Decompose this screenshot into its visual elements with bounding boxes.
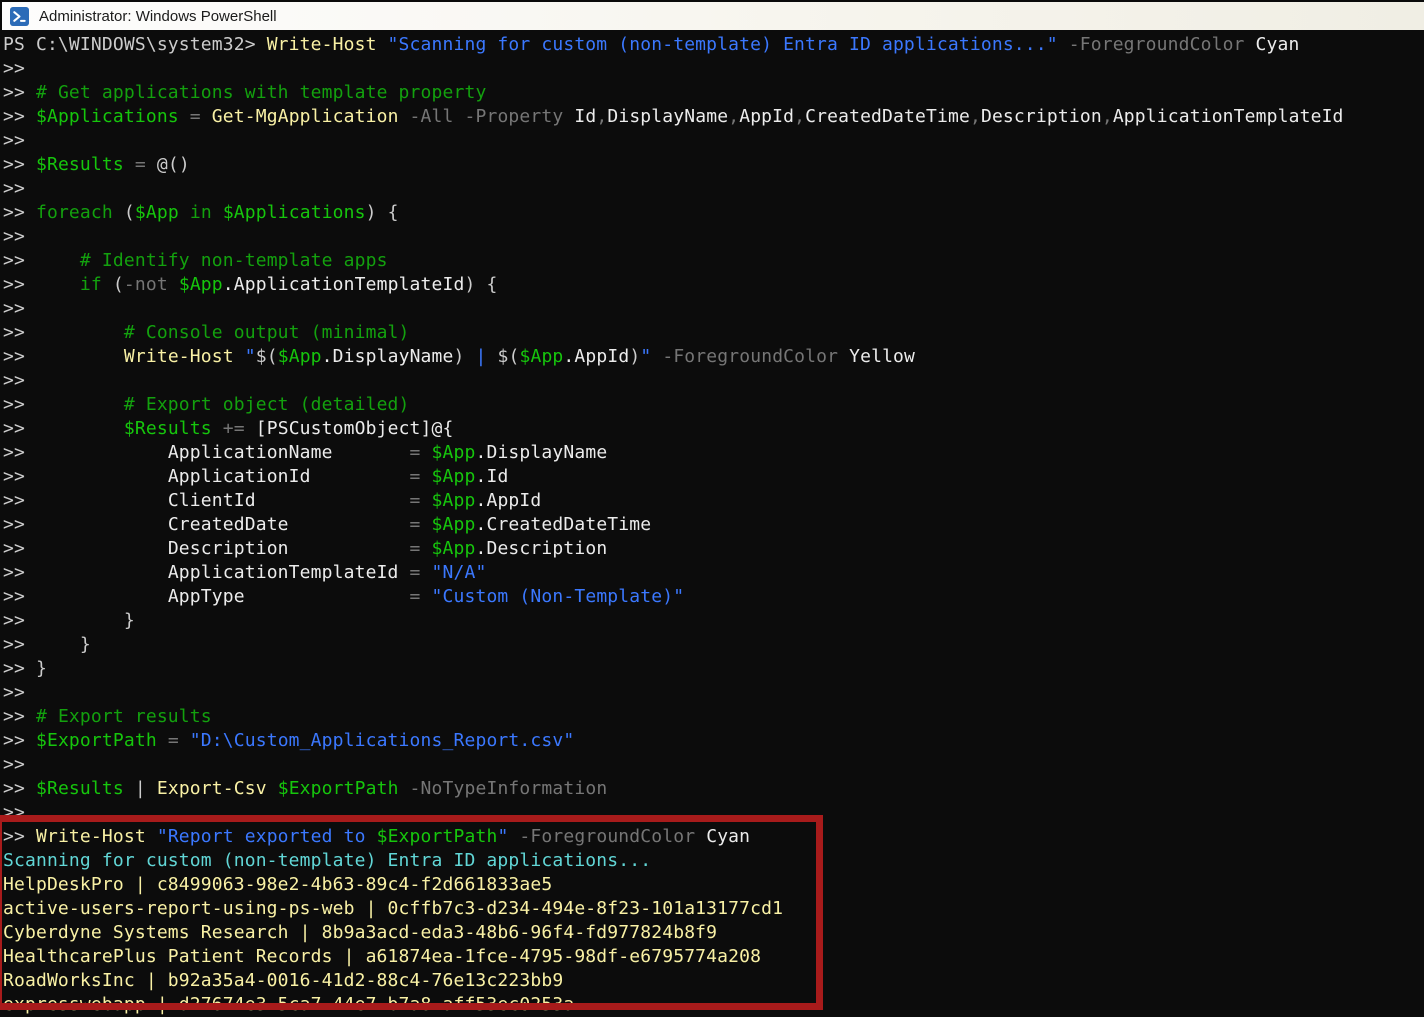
terminal-line: Cyberdyne Systems Research | 8b9a3acd-ed… [3,921,1424,945]
terminal-line: >> } [3,633,1424,657]
terminal-line: >> $Results | Export-Csv $ExportPath -No… [3,777,1424,801]
powershell-icon [10,7,29,26]
terminal-line: >> # Get applications with template prop… [3,81,1424,105]
terminal-line: >> [3,129,1424,153]
terminal-line: >> } [3,609,1424,633]
terminal-line: >> ClientId = $App.AppId [3,489,1424,513]
terminal-line: >> [3,225,1424,249]
terminal-line: >> Description = $App.Description [3,537,1424,561]
terminal-line: >> AppType = "Custom (Non-Template)" [3,585,1424,609]
terminal-line: >> [3,57,1424,81]
terminal-line: >> # Export results [3,705,1424,729]
terminal-line: >> $ExportPath = "D:\Custom_Applications… [3,729,1424,753]
terminal-line: >> $Results = @() [3,153,1424,177]
terminal-line: >> [3,753,1424,777]
terminal-line: >> # Export object (detailed) [3,393,1424,417]
terminal-line: >> [3,369,1424,393]
terminal-line: PS C:\WINDOWS\system32> Write-Host "Scan… [3,33,1424,57]
terminal-line: >> # Console output (minimal) [3,321,1424,345]
terminal-output[interactable]: PS C:\WINDOWS\system32> Write-Host "Scan… [0,30,1424,1012]
terminal-line: >> ApplicationTemplateId = "N/A" [3,561,1424,585]
terminal-line: HelpDeskPro | c8499063-98e2-4b63-89c4-f2… [3,873,1424,897]
terminal-line: RoadWorksInc | b92a35a4-0016-41d2-88c4-7… [3,969,1424,993]
terminal-line: >> foreach ($App in $Applications) { [3,201,1424,225]
terminal-line: active-users-report-using-ps-web | 0cffb… [3,897,1424,921]
terminal-line: >> ApplicationId = $App.Id [3,465,1424,489]
terminal-line: Scanning for custom (non-template) Entra… [3,849,1424,873]
terminal-line: >> [3,801,1424,825]
title-bar: Administrator: Windows PowerShell [0,0,1424,30]
terminal-line: >> Write-Host "Report exported to $Expor… [3,825,1424,849]
terminal-line: >> } [3,657,1424,681]
terminal-line: >> [3,177,1424,201]
terminal-line: >> [3,297,1424,321]
window-title: Administrator: Windows PowerShell [39,8,277,25]
terminal-line: expresswebapp | d27674e3-5ca7-44e7-b7a8-… [3,993,1424,1017]
terminal-line: >> if (-not $App.ApplicationTemplateId) … [3,273,1424,297]
terminal-line: HealthcarePlus Patient Records | a61874e… [3,945,1424,969]
terminal-line: >> Write-Host "$($App.DisplayName) | $($… [3,345,1424,369]
terminal-line: >> ApplicationName = $App.DisplayName [3,441,1424,465]
terminal-line: >> [3,681,1424,705]
terminal-line: >> # Identify non-template apps [3,249,1424,273]
terminal-line: >> $Results += [PSCustomObject]@{ [3,417,1424,441]
terminal-line: >> $Applications = Get-MgApplication -Al… [3,105,1424,129]
terminal-line: >> CreatedDate = $App.CreatedDateTime [3,513,1424,537]
